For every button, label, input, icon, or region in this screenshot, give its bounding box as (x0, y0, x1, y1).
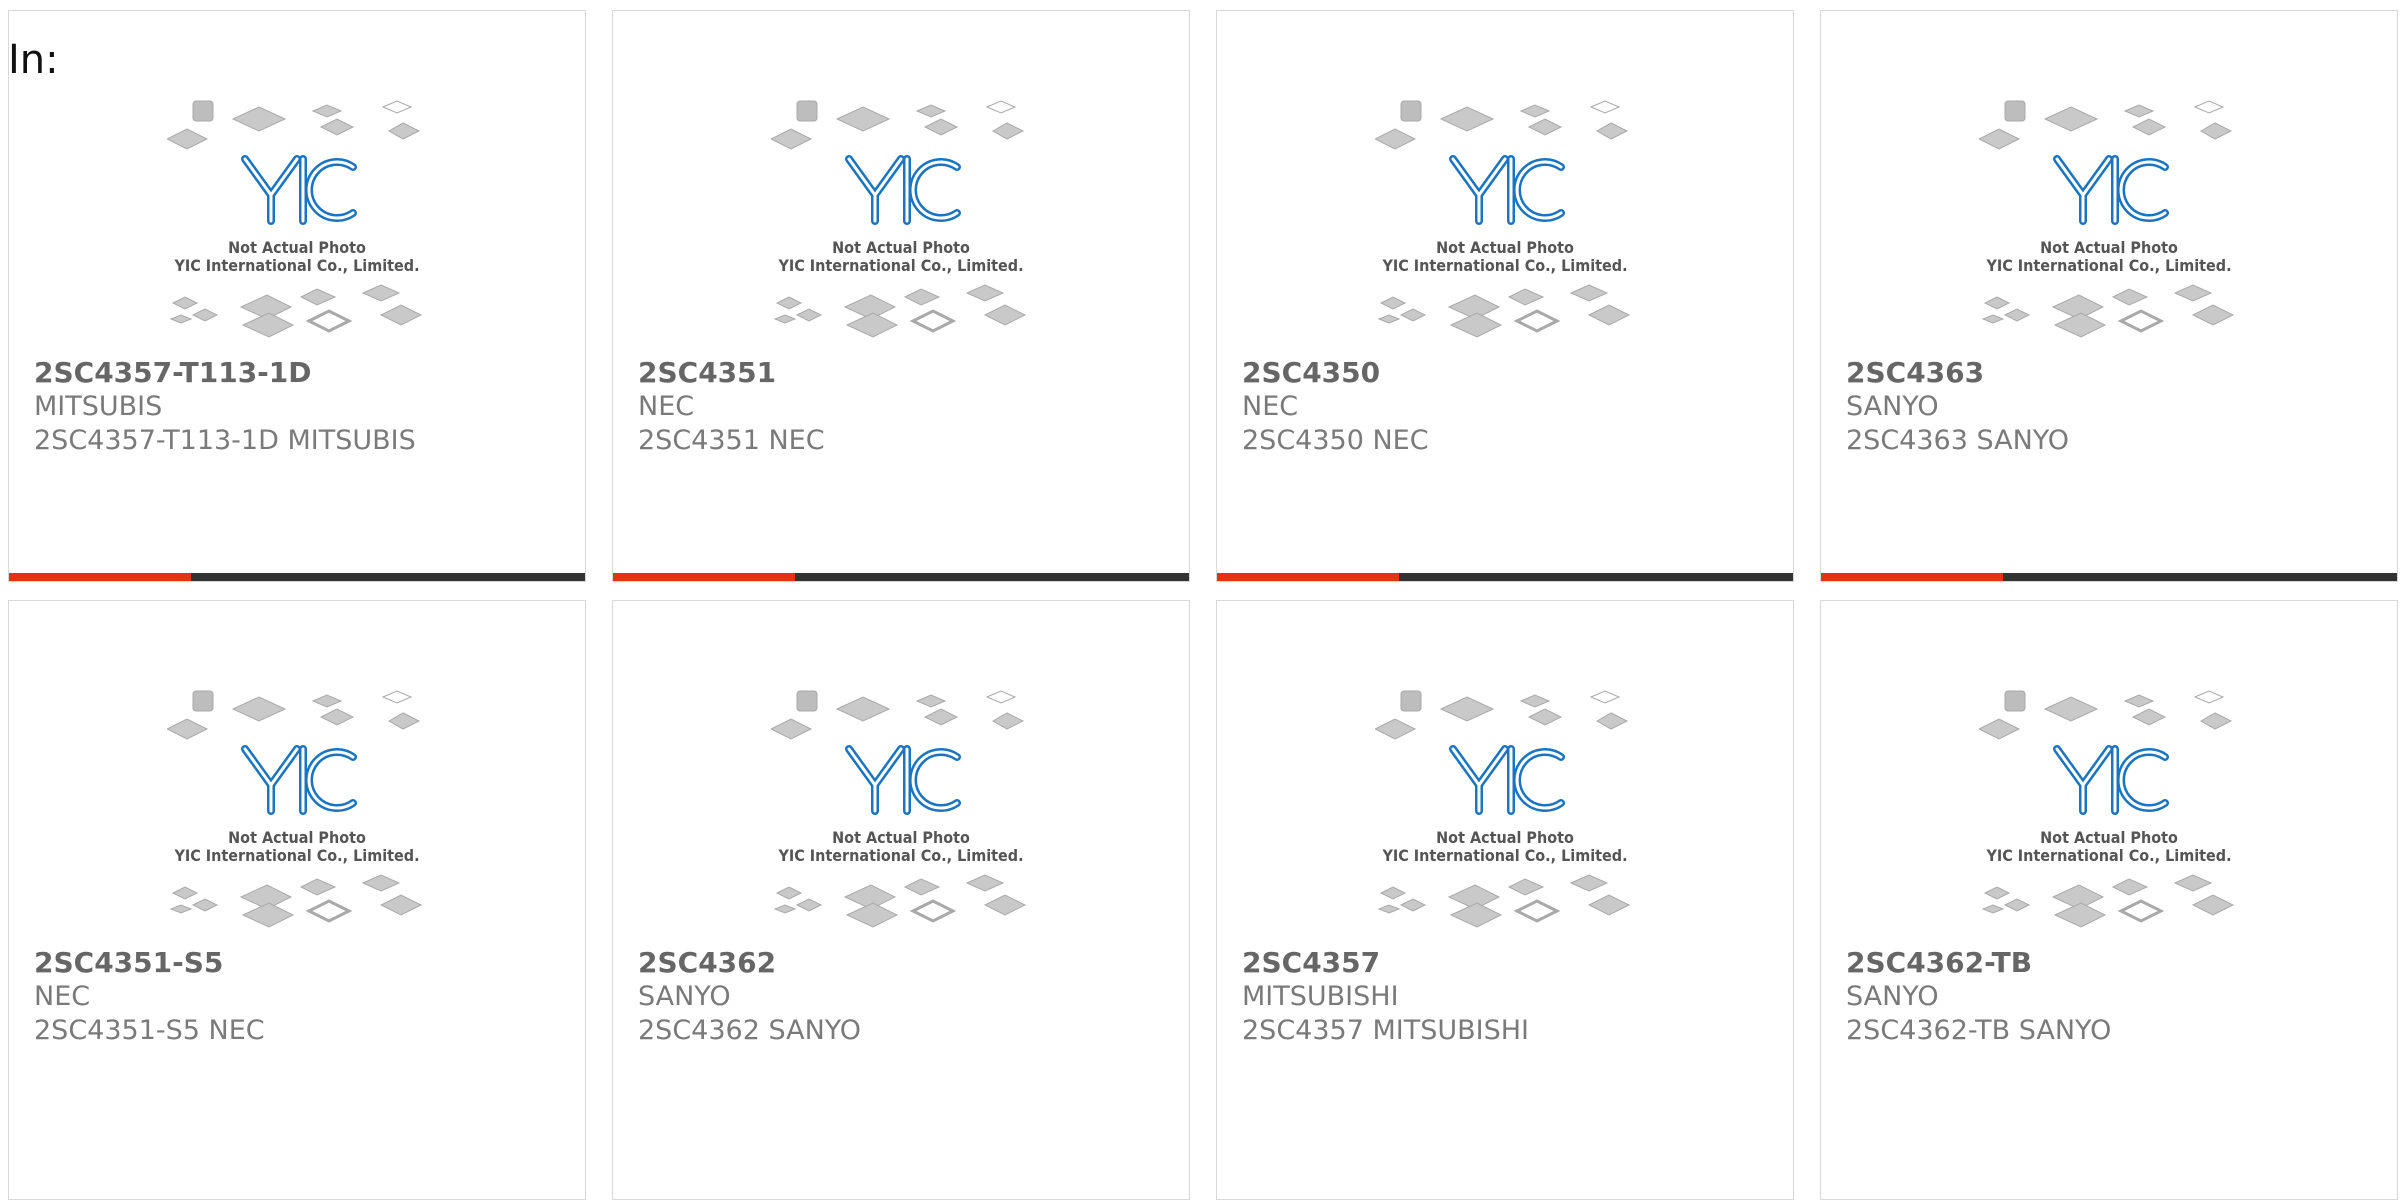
card-accent-bar (1217, 573, 1399, 581)
product-description: 2SC4362 SANYO (638, 1015, 862, 1046)
watermark-line1: Not Actual Photo (832, 828, 970, 847)
product-description: 2SC4351-S5 NEC (34, 1015, 265, 1046)
watermark-line1: Not Actual Photo (2040, 238, 2178, 257)
product-description: 2SC4363 SANYO (1846, 425, 2070, 456)
yic-logo (2053, 745, 2169, 815)
yic-logo (2053, 155, 2169, 225)
product-part-number[interactable]: 2SC4351 (638, 356, 776, 390)
product-placeholder-image: Not Actual Photo YIC International Co., … (1375, 100, 1631, 338)
watermark-line1: Not Actual Photo (1436, 828, 1574, 847)
watermark-line2: YIC International Co., Limited. (1381, 846, 1627, 865)
watermark-line1: Not Actual Photo (1436, 238, 1574, 257)
product-part-number[interactable]: 2SC4351-S5 (34, 946, 223, 980)
yic-logo (241, 155, 357, 225)
product-card[interactable]: Not Actual Photo YIC International Co., … (1216, 600, 1794, 1200)
product-card[interactable]: Not Actual Photo YIC International Co., … (8, 600, 586, 1200)
product-description: 2SC4362-TB SANYO (1846, 1015, 2112, 1046)
product-manufacturer: SANYO (638, 981, 731, 1012)
product-card[interactable]: Not Actual Photo YIC International Co., … (8, 10, 586, 582)
watermark-line1: Not Actual Photo (228, 238, 366, 257)
product-part-number[interactable]: 2SC4357-T113-1D (34, 356, 312, 390)
product-card[interactable]: Not Actual Photo YIC International Co., … (1820, 600, 2398, 1200)
product-placeholder-image: Not Actual Photo YIC International Co., … (771, 690, 1027, 928)
product-manufacturer: NEC (638, 391, 695, 422)
watermark-line1: Not Actual Photo (228, 828, 366, 847)
watermark-line2: YIC International Co., Limited. (777, 256, 1023, 275)
product-description: 2SC4350 NEC (1242, 425, 1429, 456)
product-manufacturer: MITSUBIS (34, 391, 163, 422)
card-accent-bar (613, 573, 795, 581)
yic-logo (845, 155, 961, 225)
yic-logo (845, 745, 961, 815)
product-manufacturer: SANYO (1846, 391, 1939, 422)
watermark-line2: YIC International Co., Limited. (1381, 256, 1627, 275)
product-manufacturer: SANYO (1846, 981, 1939, 1012)
product-placeholder-image: Not Actual Photo YIC International Co., … (771, 100, 1027, 338)
product-placeholder-image: Not Actual Photo YIC International Co., … (167, 690, 423, 928)
yic-logo (1449, 155, 1565, 225)
product-grid: Not Actual Photo YIC International Co., … (8, 10, 2400, 1200)
product-manufacturer: MITSUBISHI (1242, 981, 1399, 1012)
product-manufacturer: NEC (1242, 391, 1299, 422)
product-part-number[interactable]: 2SC4362-TB (1846, 946, 2032, 980)
card-hover-bar (1217, 573, 1793, 581)
product-card[interactable]: Not Actual Photo YIC International Co., … (1216, 10, 1794, 582)
product-description: 2SC4357-T113-1D MITSUBIS (34, 425, 416, 456)
product-placeholder-image: Not Actual Photo YIC International Co., … (1979, 690, 2235, 928)
card-accent-bar (9, 573, 191, 581)
card-hover-bar (9, 573, 585, 581)
product-placeholder-image: Not Actual Photo YIC International Co., … (1979, 100, 2235, 338)
watermark-line1: Not Actual Photo (832, 238, 970, 257)
watermark-line2: YIC International Co., Limited. (173, 256, 419, 275)
product-part-number[interactable]: 2SC4357 (1242, 946, 1380, 980)
card-accent-bar (1821, 573, 2003, 581)
watermark-line2: YIC International Co., Limited. (173, 846, 419, 865)
watermark-line1: Not Actual Photo (2040, 828, 2178, 847)
watermark-line2: YIC International Co., Limited. (777, 846, 1023, 865)
yic-logo (1449, 745, 1565, 815)
product-description: 2SC4357 MITSUBISHI (1242, 1015, 1530, 1046)
product-placeholder-image: Not Actual Photo YIC International Co., … (167, 100, 423, 338)
product-manufacturer: NEC (34, 981, 91, 1012)
product-card[interactable]: Not Actual Photo YIC International Co., … (1820, 10, 2398, 582)
card-hover-bar (1821, 573, 2397, 581)
product-placeholder-image: Not Actual Photo YIC International Co., … (1375, 690, 1631, 928)
page-label: In: (8, 37, 59, 83)
watermark-line2: YIC International Co., Limited. (1985, 256, 2231, 275)
card-hover-bar (613, 573, 1189, 581)
product-part-number[interactable]: 2SC4362 (638, 946, 776, 980)
product-part-number[interactable]: 2SC4350 (1242, 356, 1380, 390)
product-card[interactable]: Not Actual Photo YIC International Co., … (612, 600, 1190, 1200)
product-part-number[interactable]: 2SC4363 (1846, 356, 1984, 390)
yic-logo (241, 745, 357, 815)
product-description: 2SC4351 NEC (638, 425, 825, 456)
watermark-line2: YIC International Co., Limited. (1985, 846, 2231, 865)
product-card[interactable]: Not Actual Photo YIC International Co., … (612, 10, 1190, 582)
